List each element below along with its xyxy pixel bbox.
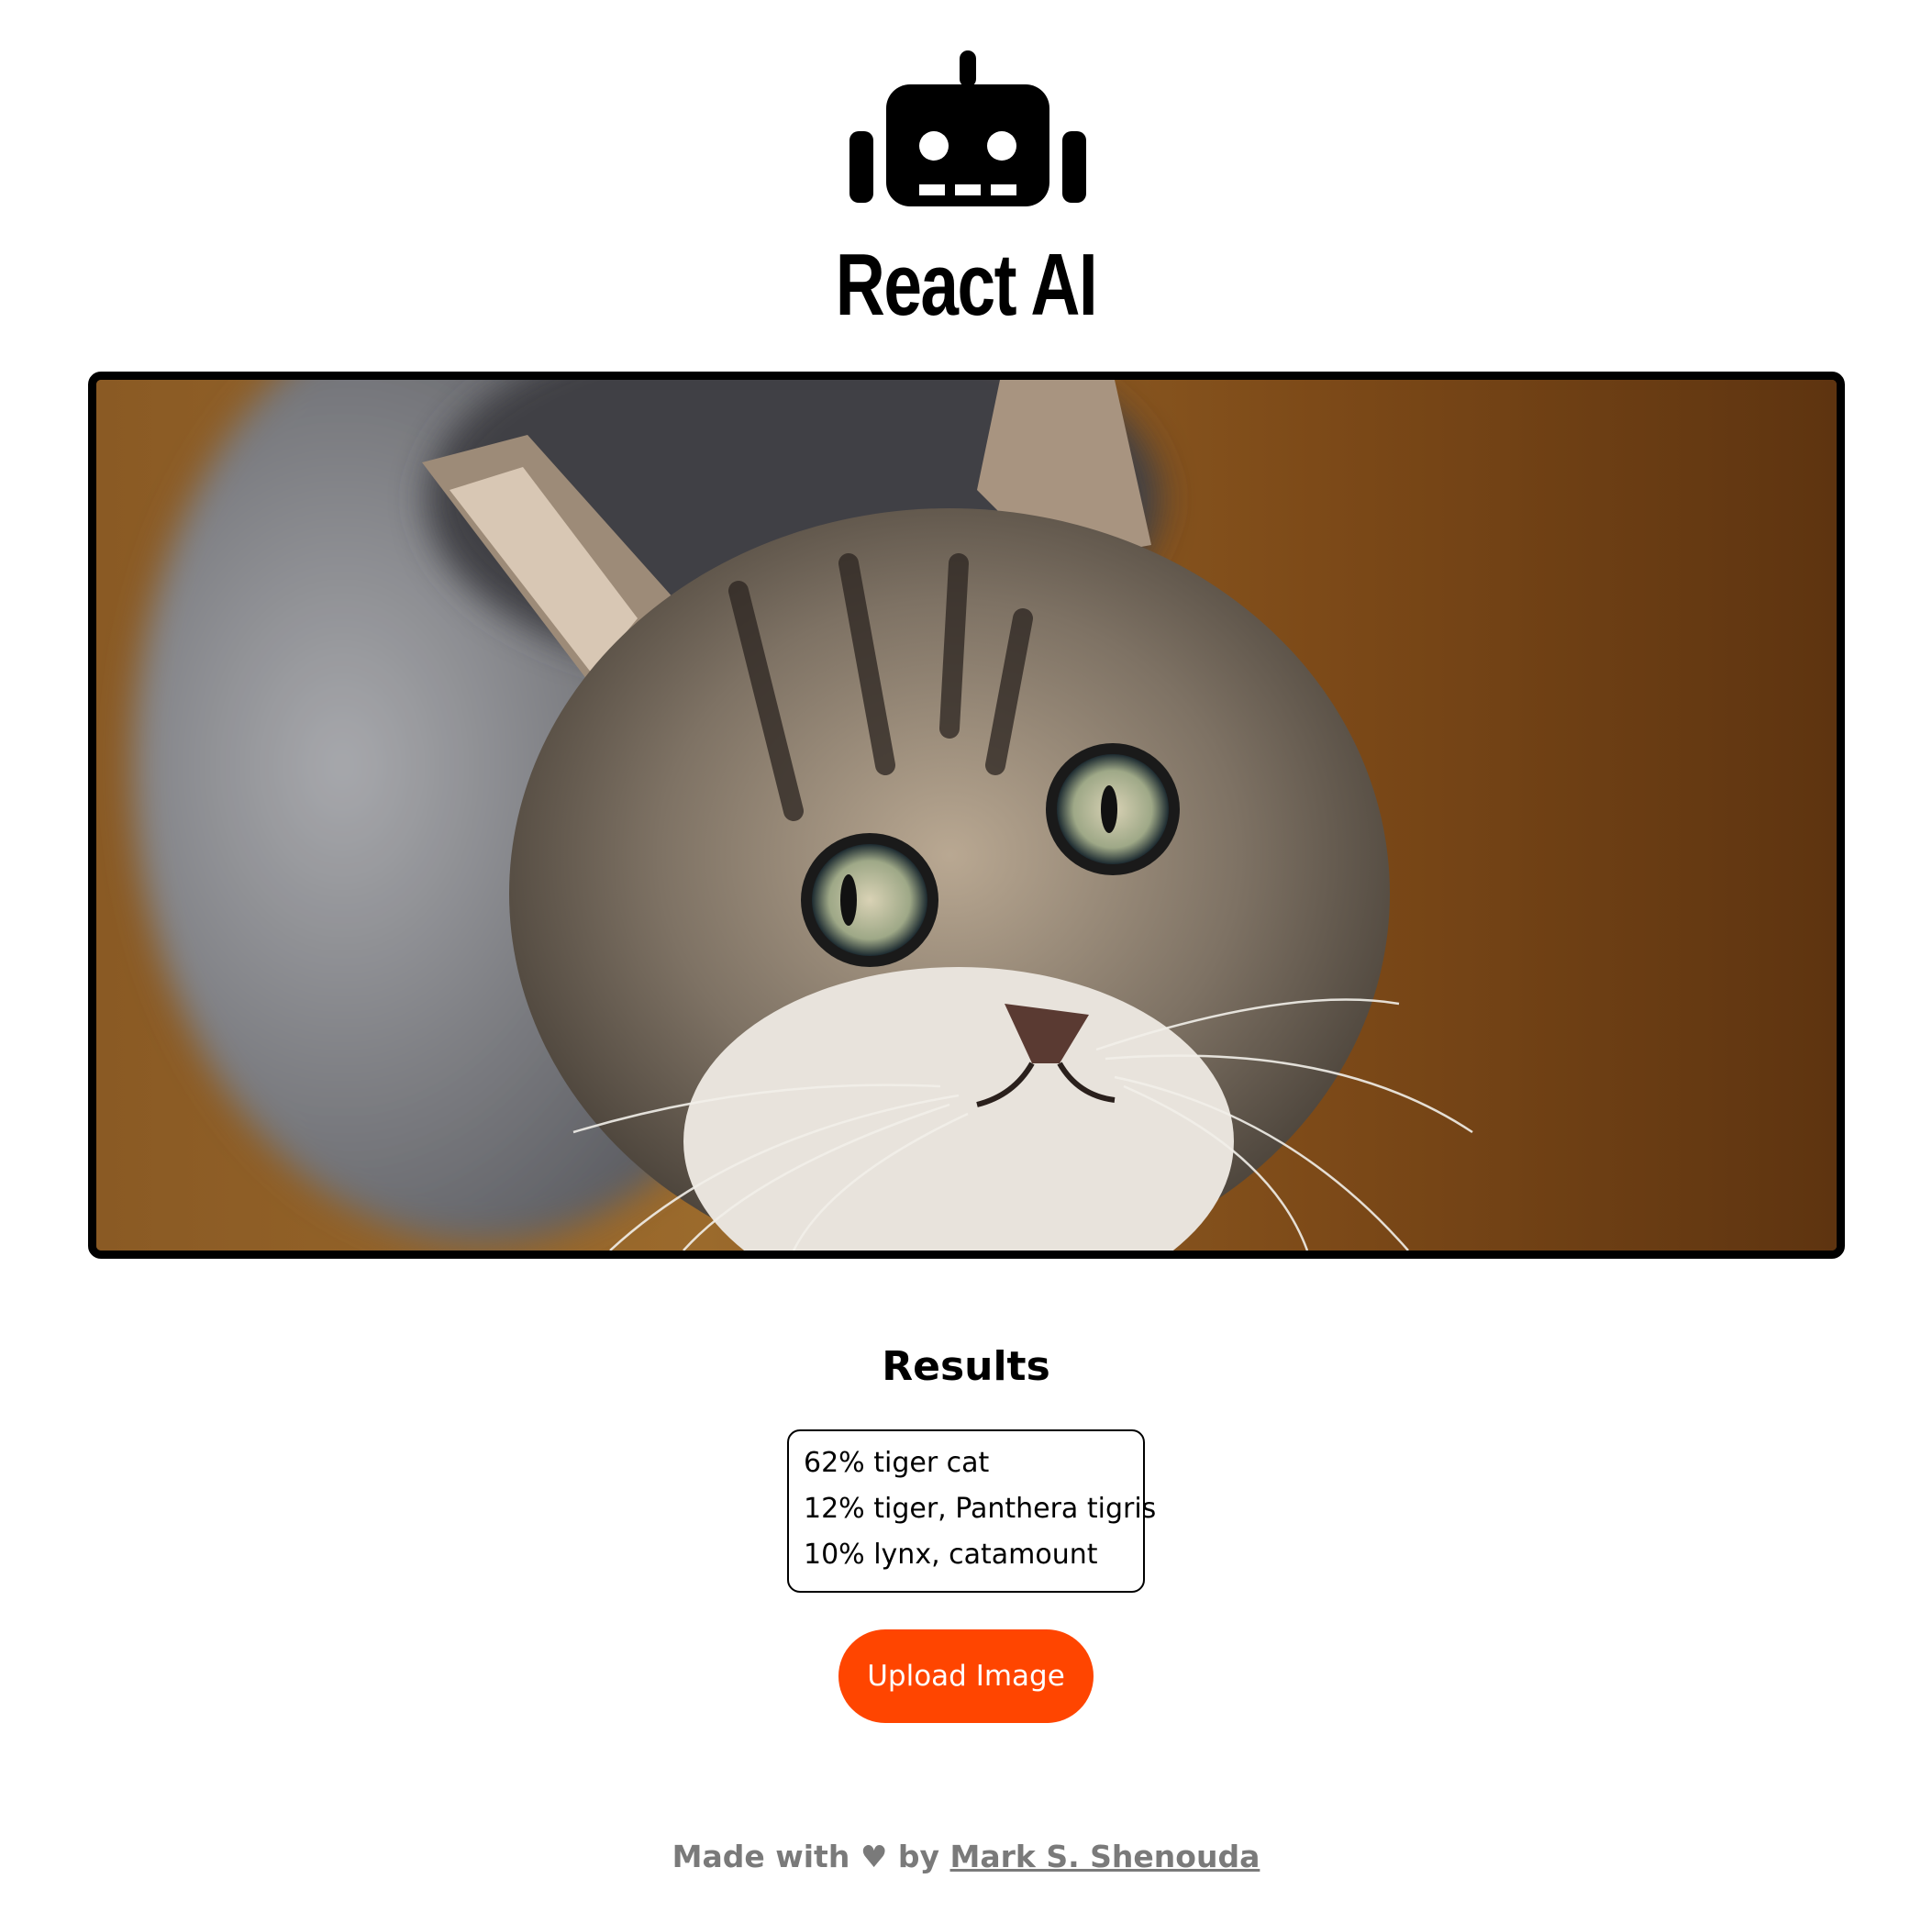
uploaded-image-preview <box>88 372 1845 1259</box>
result-item: 12% tiger, Panthera tigris <box>804 1493 1157 1525</box>
footer: Made with ♥ by Mark S. Shenouda <box>0 1831 1932 1883</box>
robot-icon <box>849 50 1086 206</box>
footer-by: by <box>897 1839 940 1874</box>
results-title: Results <box>882 1343 1050 1390</box>
upload-image-button[interactable]: Upload Image <box>838 1629 1094 1723</box>
brand-name: React AI <box>835 236 1098 334</box>
heart-icon: ♥ <box>860 1839 888 1874</box>
result-item: 62% tiger cat <box>804 1447 990 1479</box>
results-list: 62% tiger cat 12% tiger, Panthera tigris… <box>787 1429 1157 1593</box>
kitten-photo <box>96 380 1837 1251</box>
author-link[interactable]: Mark S. Shenouda <box>950 1839 1260 1874</box>
footer-prefix: Made with <box>672 1839 850 1874</box>
result-item: 10% lynx, catamount <box>804 1539 1098 1571</box>
